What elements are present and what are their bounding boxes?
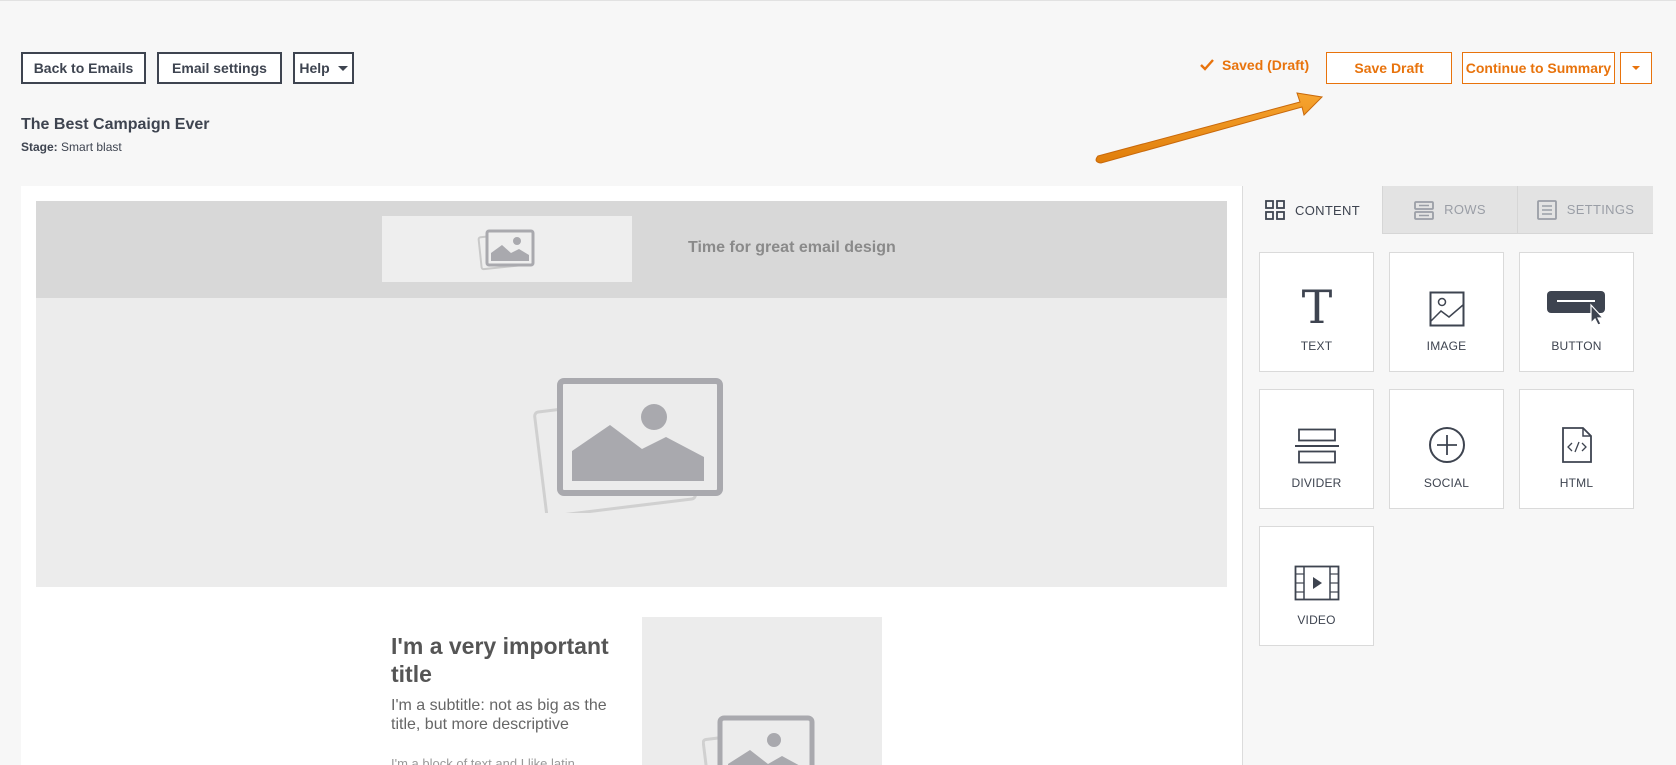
side-image-placeholder[interactable] [642,617,882,765]
tab-settings[interactable]: SETTINGS [1517,186,1653,234]
tile-image[interactable]: IMAGE [1389,252,1504,372]
tab-content-label: CONTENT [1295,202,1360,218]
content-panel: CONTENT ROWS SETTINGS T TEXT IMAGE BUTTO… [1242,186,1653,765]
tile-text-label: TEXT [1300,339,1333,353]
settings-list-icon [1536,199,1557,220]
image-placeholder-icon [532,377,723,513]
logo-placeholder[interactable] [382,216,632,282]
help-dropdown-button[interactable]: Help [293,52,354,84]
social-plus-icon [1428,427,1465,463]
campaign-title: The Best Campaign Ever [21,116,210,133]
help-label: Help [299,60,330,76]
tile-image-label: IMAGE [1426,339,1467,353]
email-header-text[interactable]: Time for great email design [688,239,896,257]
tile-text[interactable]: T TEXT [1259,252,1374,372]
text-icon: T [1301,283,1332,327]
campaign-stage: Stage: Smart blast [21,140,122,154]
email-settings-button[interactable]: Email settings [157,52,282,84]
svg-text:T: T [1301,283,1332,327]
tab-rows-label: ROWS [1444,202,1486,217]
email-header-row[interactable]: Time for great email design [36,201,1227,298]
saved-status-label: Saved (Draft) [1222,57,1310,73]
email-body-text[interactable]: I'm a block of text and I like latin. [391,756,621,765]
image-icon [1429,291,1464,327]
rows-icon [1414,200,1435,220]
tile-video[interactable]: VIDEO [1259,526,1374,646]
email-subtitle-text[interactable]: I'm a subtitle: not as big as the title,… [391,696,621,734]
grid-icon [1265,200,1285,220]
email-title-text[interactable]: I'm a very important title [391,632,621,688]
checkmark-icon [1200,59,1214,71]
stage-value: Smart blast [61,140,122,154]
tab-rows[interactable]: ROWS [1382,186,1517,234]
tab-settings-label: SETTINGS [1566,202,1635,217]
caret-down-icon [1632,66,1640,70]
email-text-block[interactable]: I'm a very important title I'm a subtitl… [391,632,621,765]
caret-down-icon [337,65,348,71]
tile-html[interactable]: HTML [1519,389,1634,509]
stage-label: Stage: [21,140,58,154]
tab-content[interactable]: CONTENT [1243,186,1382,234]
button-icon [1546,291,1605,326]
top-toolbar: Back to Emails Email settings Help Saved… [0,1,1676,131]
image-placeholder-icon [702,715,815,765]
continue-to-summary-button[interactable]: Continue to Summary [1462,52,1615,84]
email-canvas[interactable]: Time for great email design I'm a very i… [21,186,1242,765]
panel-tabs: CONTENT ROWS SETTINGS [1243,186,1653,234]
hero-image-placeholder[interactable] [36,298,1227,587]
saved-status: Saved (Draft) [1200,57,1309,73]
image-placeholder-icon [477,229,535,271]
back-to-emails-button[interactable]: Back to Emails [21,52,146,84]
tile-button-label: BUTTON [1551,339,1602,353]
video-icon [1294,565,1339,601]
save-draft-button[interactable]: Save Draft [1326,52,1452,84]
tile-button[interactable]: BUTTON [1519,252,1634,372]
tile-divider-label: DIVIDER [1291,476,1342,490]
html-code-icon [1561,427,1592,463]
continue-options-dropdown[interactable] [1620,52,1652,84]
divider-icon [1294,428,1339,464]
tile-social-label: SOCIAL [1423,476,1470,490]
tile-social[interactable]: SOCIAL [1389,389,1504,509]
tile-video-label: VIDEO [1297,613,1336,627]
tile-html-label: HTML [1559,476,1594,490]
tile-divider[interactable]: DIVIDER [1259,389,1374,509]
